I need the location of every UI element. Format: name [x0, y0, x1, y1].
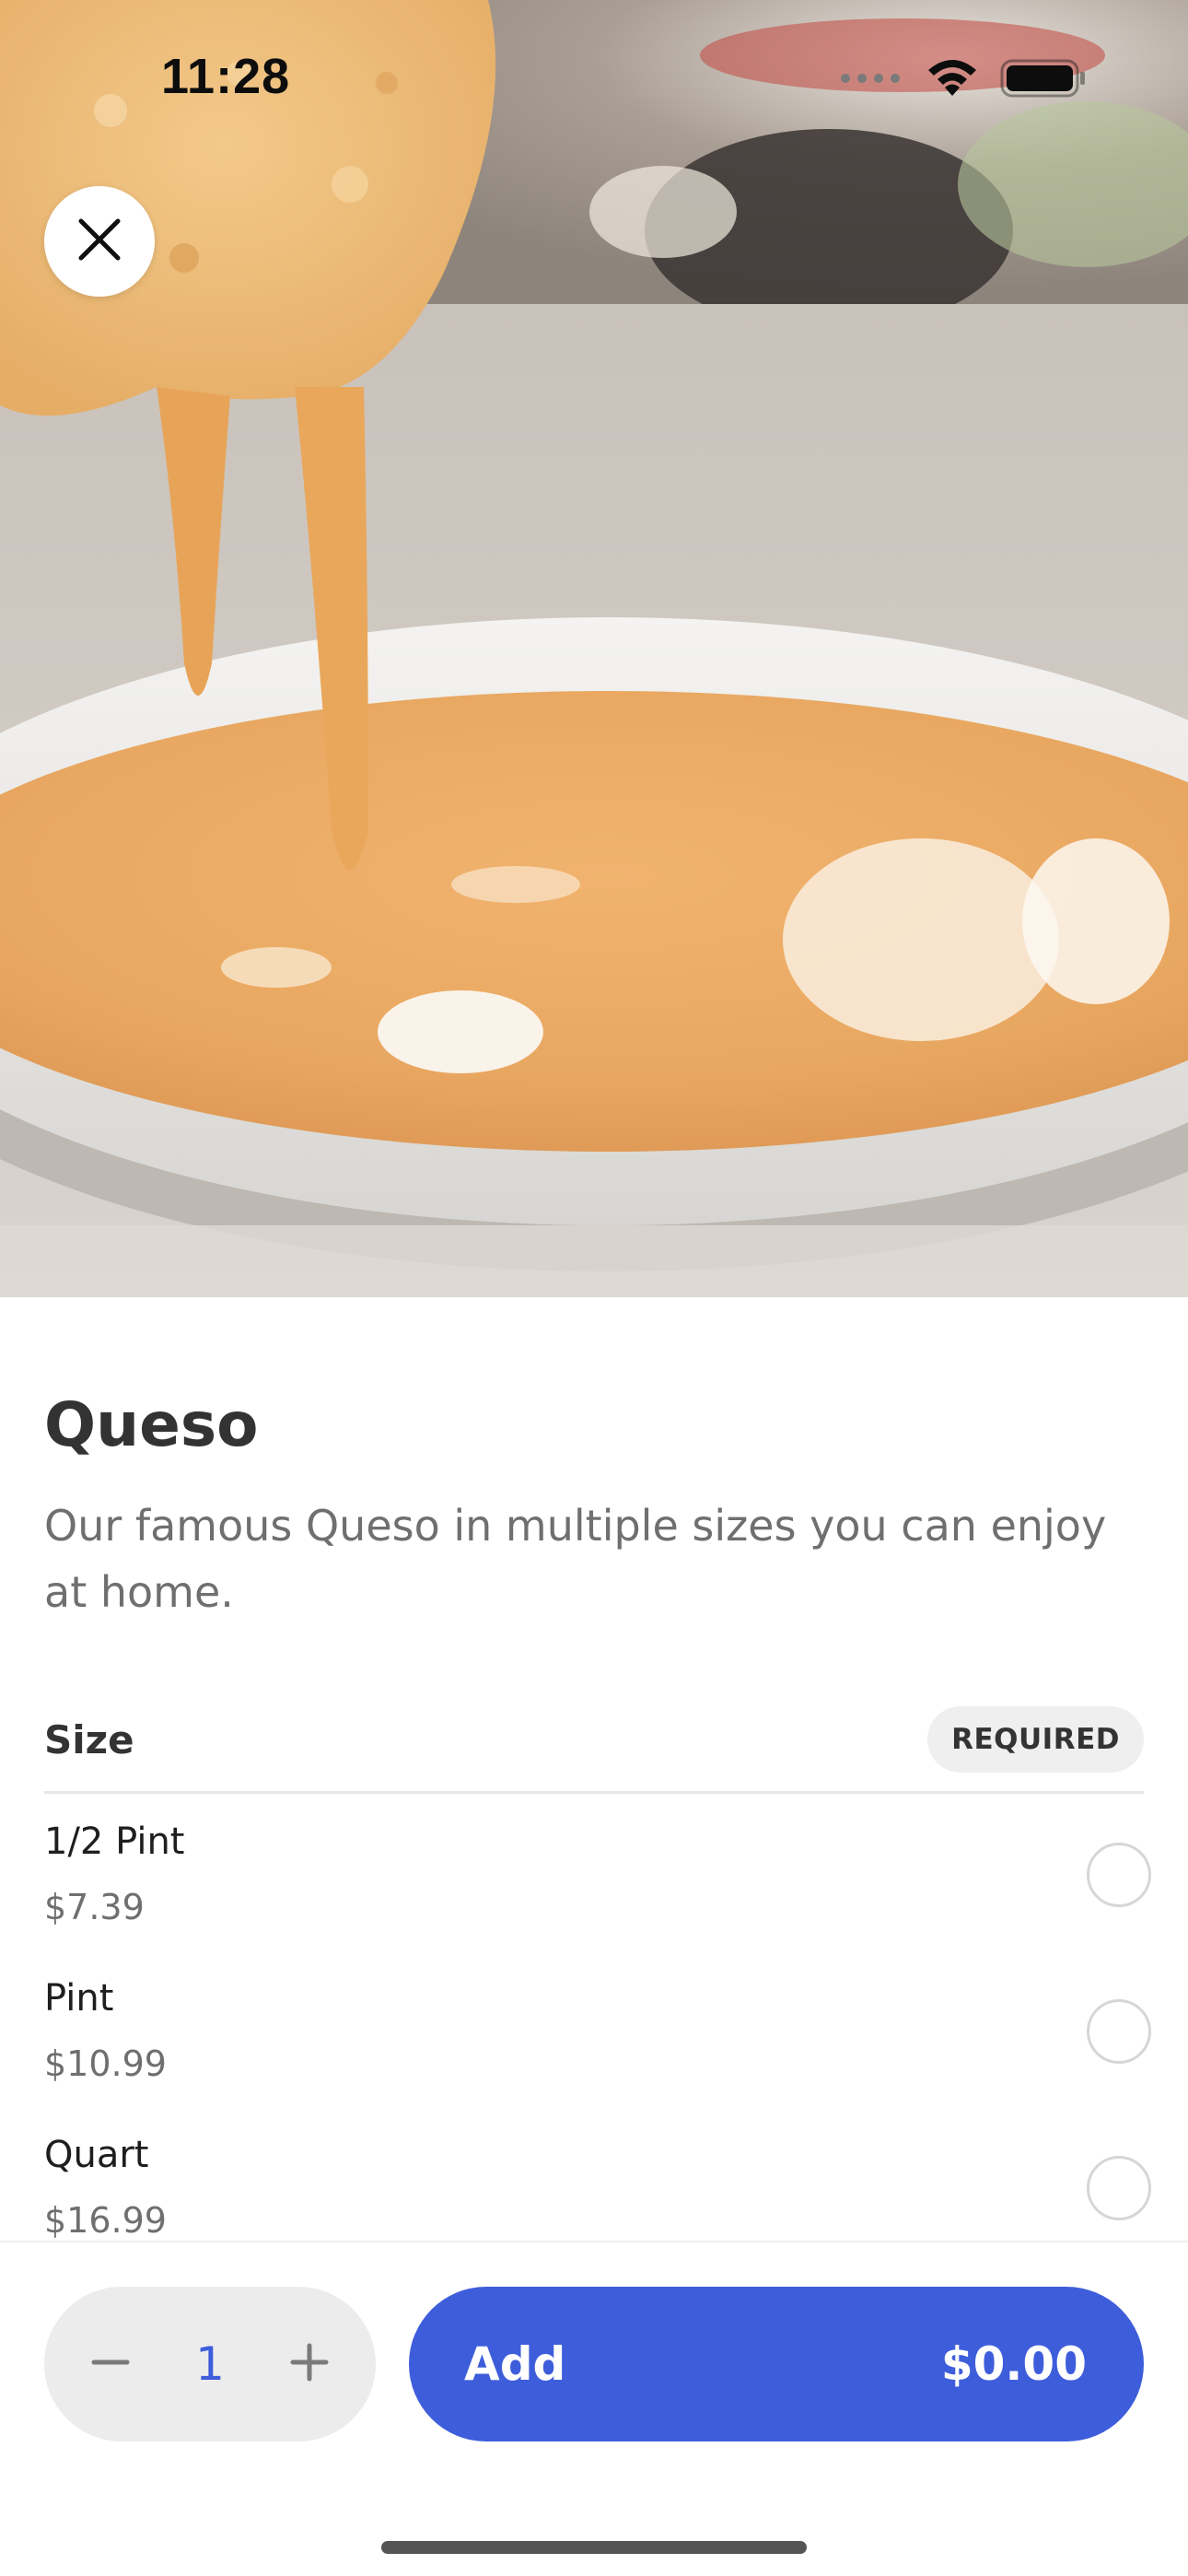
home-indicator — [381, 2541, 807, 2554]
status-bar: 11:28 — [0, 0, 1188, 157]
plus-icon — [289, 2342, 330, 2387]
size-option-pint[interactable]: Pint $10.99 — [44, 1977, 1151, 2134]
battery-icon — [1000, 58, 1087, 103]
add-button-label: Add — [464, 2337, 566, 2391]
minus-icon — [90, 2342, 131, 2387]
size-option-price: $10.99 — [44, 2043, 167, 2084]
size-option-name: Pint — [44, 1977, 114, 2020]
queso-photo — [0, 0, 1188, 1297]
size-section-title: Size — [44, 1717, 134, 1762]
decrease-quantity-button[interactable] — [64, 2318, 157, 2410]
size-option-price: $7.39 — [44, 1887, 145, 1927]
action-bar: 1 Add $0.00 — [0, 2241, 1188, 2576]
status-time: 11:28 — [161, 49, 291, 104]
close-icon — [76, 216, 123, 268]
quantity-value: 1 — [195, 2337, 225, 2391]
signal-icon — [840, 69, 904, 92]
size-option-radio[interactable] — [1087, 1999, 1151, 2064]
increase-quantity-button[interactable] — [263, 2318, 355, 2410]
size-option-radio[interactable] — [1087, 2156, 1151, 2220]
size-option-half-pint[interactable]: 1/2 Pint $7.39 — [44, 1821, 1151, 1977]
status-icons — [840, 57, 1087, 104]
quantity-stepper: 1 — [44, 2287, 376, 2441]
item-title: Queso — [44, 1389, 259, 1460]
wifi-icon — [925, 57, 980, 104]
size-option-radio[interactable] — [1087, 1843, 1151, 1907]
item-hero-image — [0, 0, 1188, 1297]
item-description: Our famous Queso in multiple sizes you c… — [44, 1501, 1107, 1617]
size-section-header: Size REQUIRED — [44, 1699, 1144, 1794]
close-button[interactable] — [44, 186, 155, 297]
add-button-price: $0.00 — [940, 2337, 1087, 2391]
item-detail-screen: 11:28 Queso Our famous Queso in multiple… — [0, 0, 1188, 2576]
size-option-price: $16.99 — [44, 2200, 167, 2241]
add-to-cart-button[interactable]: Add $0.00 — [409, 2287, 1144, 2441]
size-option-name: Quart — [44, 2134, 149, 2176]
item-details: Queso Our famous Queso in multiple sizes… — [0, 1297, 1188, 2241]
size-option-name: 1/2 Pint — [44, 1821, 185, 1863]
required-badge: REQUIRED — [927, 1706, 1144, 1773]
size-option-quart[interactable]: Quart $16.99 — [44, 2134, 1151, 2241]
